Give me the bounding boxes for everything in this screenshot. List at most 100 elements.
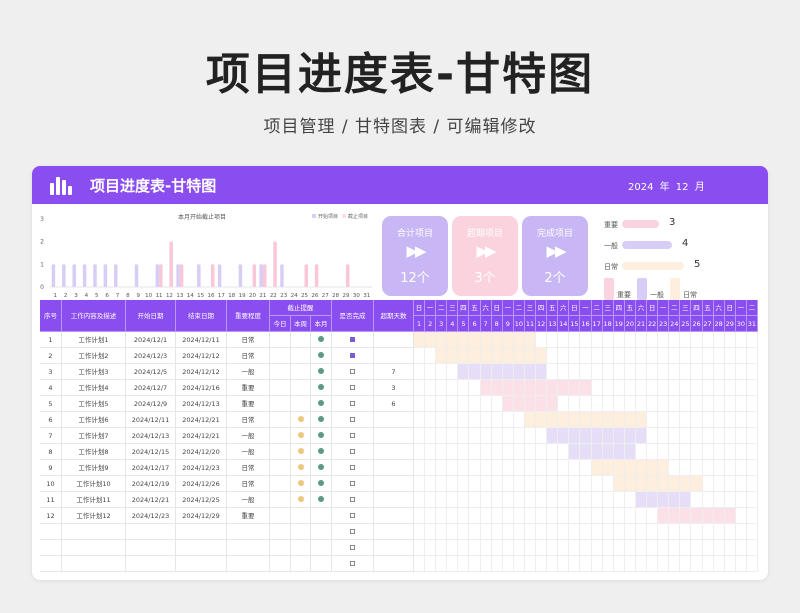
done-checkbox[interactable]: [350, 337, 355, 342]
gantt-empty-cell: [414, 508, 426, 524]
gantt-empty-cell: [469, 492, 481, 508]
gantt-empty-cell: [702, 492, 714, 508]
gantt-bar-cell: [580, 380, 592, 396]
cell-done: [332, 428, 374, 444]
gantt-empty-cell: [591, 540, 603, 556]
gantt-bar-cell: [513, 364, 525, 380]
weekday-label: 日: [491, 300, 503, 316]
header-week: 本周: [291, 316, 311, 332]
done-checkbox[interactable]: [350, 481, 355, 486]
day-number: 10: [513, 316, 525, 332]
cell-end: 2024/12/20: [176, 444, 227, 460]
done-checkbox[interactable]: [350, 369, 355, 374]
gantt-empty-cell: [502, 556, 514, 572]
start-bar: [197, 264, 201, 287]
cell-month: [311, 476, 332, 492]
gantt-empty-cell: [458, 508, 470, 524]
gantt-empty-cell: [746, 396, 758, 412]
gantt-empty-cell: [735, 332, 747, 348]
cell-start: 2024/12/23: [126, 508, 176, 524]
gantt-bar-cell: [647, 476, 659, 492]
done-checkbox[interactable]: [350, 353, 355, 358]
gantt-bar-cell: [635, 428, 648, 444]
cell-today: [270, 412, 291, 428]
header-level: 重要程度: [227, 300, 270, 332]
gantt-empty-cell: [647, 364, 659, 380]
gantt-empty-cell: [624, 556, 636, 572]
weekday-label: 一: [502, 300, 514, 316]
start-bar: [114, 264, 118, 287]
importance-row: 日常 5: [604, 259, 764, 272]
swatch-label: 重要: [617, 291, 631, 299]
swatch-label: 日常: [683, 291, 697, 299]
cell-name: 工作计划11: [62, 492, 126, 508]
day-number: 19: [613, 316, 625, 332]
done-checkbox[interactable]: [350, 417, 355, 422]
done-checkbox[interactable]: [350, 401, 355, 406]
gantt-empty-cell: [414, 444, 426, 460]
gantt-bar-cell: [580, 444, 592, 460]
gantt-empty-cell: [491, 412, 503, 428]
gantt-empty-cell: [513, 508, 525, 524]
done-checkbox[interactable]: [350, 433, 355, 438]
weekday-label: 六: [480, 300, 492, 316]
gantt-empty-cell: [425, 428, 437, 444]
done-checkbox[interactable]: [350, 497, 355, 502]
cell-overdue: [374, 444, 414, 460]
gantt-empty-cell: [425, 460, 437, 476]
gantt-empty-cell: [613, 396, 625, 412]
day-number: 12: [536, 316, 548, 332]
cell-start: 2024/12/13: [126, 428, 176, 444]
gantt-empty-cell: [569, 460, 581, 476]
weekday-label: 五: [702, 300, 714, 316]
done-checkbox[interactable]: [350, 513, 355, 518]
gantt-empty-cell: [591, 524, 603, 540]
day-number: 18: [602, 316, 614, 332]
cell-end: 2024/12/26: [176, 476, 227, 492]
gantt-bar-cell: [491, 332, 503, 348]
gantt-empty-cell: [647, 540, 659, 556]
gantt-empty-cell: [447, 444, 459, 460]
cell-today: [270, 460, 291, 476]
end-bar: [346, 264, 350, 287]
weekday-label: 二: [746, 300, 758, 316]
gantt-empty-cell: [447, 556, 459, 572]
gantt-empty-cell: [458, 412, 470, 428]
month-dot-icon: [318, 352, 324, 358]
gantt-empty-cell: [746, 348, 758, 364]
start-bar: [134, 264, 139, 287]
gantt-empty-cell: [624, 364, 636, 380]
gantt-empty-cell: [480, 492, 492, 508]
gantt-empty-cell: [447, 460, 459, 476]
done-checkbox[interactable]: [350, 561, 355, 566]
gantt-bar-cell: [513, 332, 525, 348]
gantt-bar-cell: [469, 332, 481, 348]
gantt-empty-cell: [558, 556, 570, 572]
gantt-empty-cell: [669, 412, 681, 428]
done-checkbox[interactable]: [350, 385, 355, 390]
gantt-empty-cell: [635, 524, 648, 540]
gantt-empty-cell: [624, 492, 636, 508]
gantt-empty-cell: [680, 540, 692, 556]
gantt-empty-cell: [447, 476, 459, 492]
cell-level: 重要: [227, 508, 270, 524]
gantt-empty-cell: [547, 444, 559, 460]
x-tick-label: 10: [145, 293, 152, 299]
done-checkbox[interactable]: [350, 545, 355, 550]
cell-start: 2024/12/5: [126, 364, 176, 380]
gantt-empty-cell: [591, 380, 603, 396]
cell-done: [332, 348, 374, 364]
done-checkbox[interactable]: [350, 465, 355, 470]
gantt-empty-cell: [702, 540, 714, 556]
cell-today: [270, 540, 291, 556]
gantt-empty-cell: [447, 524, 459, 540]
gantt-empty-cell: [491, 396, 503, 412]
done-checkbox[interactable]: [350, 529, 355, 534]
cell-level: 一般: [227, 364, 270, 380]
gantt-empty-cell: [647, 428, 659, 444]
done-checkbox[interactable]: [350, 449, 355, 454]
end-bar: [169, 241, 173, 287]
gantt-empty-cell: [580, 348, 592, 364]
gantt-empty-cell: [502, 524, 514, 540]
month-dot-icon: [318, 464, 324, 470]
